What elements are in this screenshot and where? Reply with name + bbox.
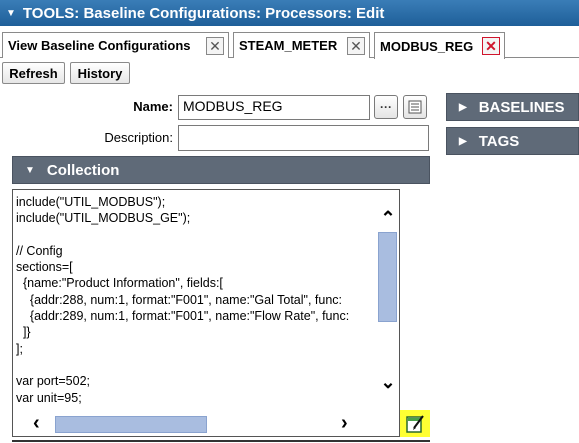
tab-view-baseline-configurations[interactable]: View Baseline Configurations ✕ (2, 32, 229, 58)
close-icon[interactable]: ✕ (347, 37, 365, 55)
chevron-down-icon[interactable]: ⌄ (378, 372, 398, 392)
description-field[interactable] (178, 125, 429, 151)
chevron-right-icon[interactable]: › (341, 412, 348, 435)
horizontal-scroll-thumb[interactable] (55, 416, 207, 433)
name-field[interactable]: MODBUS_REG (178, 95, 370, 120)
code-text[interactable]: include("UTIL_MODBUS"); include("UTIL_MO… (16, 194, 374, 406)
close-icon[interactable]: ✕ (206, 37, 224, 55)
collection-panel-header[interactable]: ▼ Collection (12, 156, 430, 184)
baselines-label: BASELINES (478, 98, 565, 116)
window-title-bar: ▼ TOOLS: Baseline Configurations: Proces… (0, 0, 579, 26)
description-label: Description: (104, 130, 173, 145)
edit-icon[interactable] (400, 410, 430, 437)
tags-panel-header[interactable]: ▶ TAGS (446, 127, 579, 155)
triangle-down-icon: ▼ (6, 7, 16, 19)
chevron-left-icon[interactable]: ‹ (33, 412, 40, 435)
tab-strip: View Baseline Configurations ✕ STEAM_MET… (0, 29, 579, 59)
vertical-scroll-thumb[interactable] (378, 232, 397, 322)
chevron-up-icon[interactable]: ⌃ (378, 208, 398, 228)
divider (12, 440, 430, 442)
vertical-scrollbar[interactable]: ⌃ ⌄ (375, 190, 399, 412)
collection-label: Collection (46, 161, 120, 179)
tab-label: MODBUS_REG (380, 38, 474, 54)
list-icon[interactable] (403, 95, 427, 119)
triangle-down-icon: ▼ (25, 164, 35, 176)
close-icon[interactable]: ✕ (482, 37, 500, 55)
triangle-right-icon: ▶ (459, 135, 467, 147)
code-editor[interactable]: include("UTIL_MODBUS"); include("UTIL_MO… (12, 189, 400, 437)
horizontal-scrollbar[interactable]: ‹ › (13, 412, 375, 436)
name-label: Name: (133, 99, 173, 114)
refresh-button[interactable]: Refresh (2, 62, 65, 84)
baselines-panel-header[interactable]: ▶ BASELINES (446, 93, 579, 121)
tab-modbus-reg[interactable]: MODBUS_REG ✕ (374, 32, 505, 59)
tags-label: TAGS (478, 132, 520, 150)
tab-steam-meter[interactable]: STEAM_METER ✕ (233, 32, 370, 58)
triangle-right-icon: ▶ (459, 101, 467, 113)
ellipsis-icon[interactable]: ··· (374, 95, 398, 119)
tab-label: STEAM_METER (239, 38, 338, 53)
window-title: TOOLS: Baseline Configurations: Processo… (22, 4, 385, 22)
tab-label: View Baseline Configurations (8, 38, 191, 53)
history-button[interactable]: History (70, 62, 130, 84)
